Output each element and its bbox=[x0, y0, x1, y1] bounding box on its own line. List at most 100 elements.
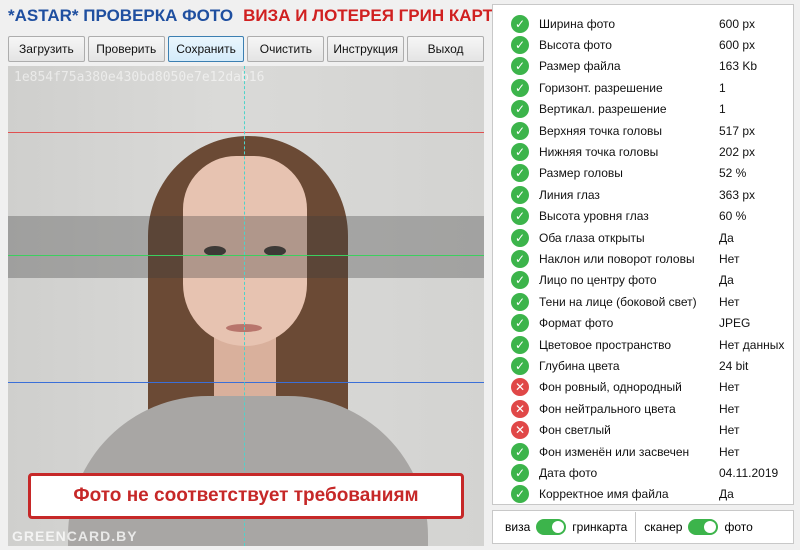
check-value: 60 % bbox=[719, 209, 747, 224]
check-value: JPEG bbox=[719, 316, 751, 331]
check-row: ✓ Горизонт. разрешение 1 bbox=[493, 77, 793, 98]
check-row: ✓ Размер головы 52 % bbox=[493, 163, 793, 184]
check-row: ✓ Верхняя точка головы 517 px bbox=[493, 120, 793, 141]
check-fail-icon: ✕ bbox=[511, 421, 529, 440]
check-pass-icon: ✓ bbox=[511, 100, 529, 119]
check-fail-icon: ✕ bbox=[511, 378, 529, 397]
check-row: ✓ Нижняя точка головы 202 px bbox=[493, 141, 793, 162]
app-title-brand: *ASTAR* ПРОВЕРКА ФОТО bbox=[8, 6, 234, 25]
result-status-banner: Фото не соответствует требованиям bbox=[28, 473, 464, 519]
chin-guide-line bbox=[8, 382, 484, 383]
check-label: Корректное имя файла bbox=[539, 487, 669, 502]
check-label: Оба глаза открыты bbox=[539, 230, 645, 245]
check-row: ✓ Ширина фото 600 px bbox=[493, 13, 793, 34]
check-pass-icon: ✓ bbox=[511, 207, 529, 226]
check-value: Нет bbox=[719, 401, 740, 416]
check-label: Линия глаз bbox=[539, 187, 600, 202]
check-value: Нет bbox=[719, 251, 740, 266]
check-pass-icon: ✓ bbox=[511, 314, 529, 333]
check-label: Фон светлый bbox=[539, 423, 611, 438]
clear-button[interactable]: Очистить bbox=[247, 36, 325, 62]
eye-zone-band bbox=[8, 216, 484, 278]
photo-preview[interactable]: 1e854f75a380e430bd8050e7e12dab16 GREENCA… bbox=[8, 66, 484, 546]
check-label: Ширина фото bbox=[539, 16, 616, 31]
check-row: ✓ Корректное имя файла Да bbox=[493, 484, 793, 505]
check-label: Дата фото bbox=[539, 465, 598, 480]
check-label: Формат фото bbox=[539, 316, 614, 331]
check-row: ✓ Формат фото JPEG bbox=[493, 313, 793, 334]
switch-photo-label: фото bbox=[724, 520, 753, 534]
check-row: ✓ Оба глаза открыты Да bbox=[493, 227, 793, 248]
check-value: Да bbox=[719, 230, 734, 245]
check-row: ✓ Дата фото 04.11.2019 bbox=[493, 462, 793, 483]
check-pass-icon: ✓ bbox=[511, 78, 529, 97]
check-label: Верхняя точка головы bbox=[539, 123, 663, 138]
check-value: Нет bbox=[719, 294, 740, 309]
check-row: ✓ Вертикал. разрешение 1 bbox=[493, 99, 793, 120]
switch-divider bbox=[635, 512, 637, 542]
check-pass-icon: ✓ bbox=[511, 356, 529, 375]
check-label: Высота фото bbox=[539, 37, 612, 52]
check-fail-icon: ✕ bbox=[511, 399, 529, 418]
check-label: Высота уровня глаз bbox=[539, 209, 649, 224]
check-pass-icon: ✓ bbox=[511, 35, 529, 54]
check-pass-icon: ✓ bbox=[511, 485, 529, 504]
check-value: 04.11.2019 bbox=[719, 465, 779, 480]
check-value: 517 px bbox=[719, 123, 756, 138]
check-row: ✓ Глубина цвета 24 bit bbox=[493, 355, 793, 376]
check-label: Фон нейтрального цвета bbox=[539, 401, 676, 416]
check-row: ✕ Фон нейтрального цвета Нет bbox=[493, 398, 793, 419]
check-pass-icon: ✓ bbox=[511, 57, 529, 76]
check-value: Нет bbox=[719, 423, 740, 438]
check-pass-icon: ✓ bbox=[511, 249, 529, 268]
app-title-subtitle: ВИЗА И ЛОТЕРЕЯ ГРИН КАРТА bbox=[243, 6, 505, 25]
check-value: Да bbox=[719, 273, 734, 288]
check-pass-icon: ✓ bbox=[511, 121, 529, 140]
check-pass-icon: ✓ bbox=[511, 185, 529, 204]
check-row: ✓ Размер файла 163 Kb bbox=[493, 56, 793, 77]
watermark: GREENCARD.BY bbox=[12, 528, 138, 544]
check-row: ✓ Цветовое пространство Нет данных bbox=[493, 334, 793, 355]
load-button[interactable]: Загрузить bbox=[8, 36, 85, 62]
check-value: 24 bit bbox=[719, 358, 749, 373]
check-value: Нет bbox=[719, 444, 740, 459]
check-pass-icon: ✓ bbox=[511, 14, 529, 33]
check-row: ✕ Фон ровный, однородный Нет bbox=[493, 377, 793, 398]
exit-button[interactable]: Выход bbox=[407, 36, 484, 62]
check-row: ✓ Наклон или поворот головы Нет bbox=[493, 248, 793, 269]
check-row: ✓ Лицо по центру фото Да bbox=[493, 270, 793, 291]
eye-level-guide-line bbox=[8, 255, 484, 256]
check-label: Цветовое пространство bbox=[539, 337, 672, 352]
check-row: ✓ Высота уровня глаз 60 % bbox=[493, 206, 793, 227]
check-value: 163 Kb bbox=[719, 59, 758, 74]
mode-switches: виза гринкарта сканер фото bbox=[492, 510, 794, 544]
scanner-photo-toggle[interactable] bbox=[688, 519, 719, 535]
check-value: 600 px bbox=[719, 37, 756, 52]
check-label: Вертикал. разрешение bbox=[539, 102, 667, 117]
check-row: ✓ Тени на лице (боковой свет) Нет bbox=[493, 291, 793, 312]
visa-greencard-switch[interactable]: виза гринкарта bbox=[505, 519, 627, 535]
check-label: Нижняя точка головы bbox=[539, 144, 659, 159]
check-row: ✓ Линия глаз 363 px bbox=[493, 184, 793, 205]
check-pass-icon: ✓ bbox=[511, 164, 529, 183]
check-label: Фон изменён или засвечен bbox=[539, 444, 690, 459]
check-label: Лицо по центру фото bbox=[539, 273, 657, 288]
check-pass-icon: ✓ bbox=[511, 463, 529, 482]
check-value: Да bbox=[719, 487, 734, 502]
instruction-button[interactable]: Инструкция bbox=[327, 36, 405, 62]
check-button[interactable]: Проверить bbox=[87, 36, 165, 62]
check-pass-icon: ✓ bbox=[511, 271, 529, 290]
check-row: ✕ Фон светлый Нет bbox=[493, 420, 793, 441]
toolbar: Загрузить Проверить Сохранить Очистить И… bbox=[8, 36, 484, 62]
scanner-photo-switch[interactable]: сканер фото bbox=[644, 519, 753, 535]
check-label: Глубина цвета bbox=[539, 358, 620, 373]
check-label: Наклон или поворот головы bbox=[539, 251, 695, 266]
check-value: Нет bbox=[719, 380, 740, 395]
switch-scanner-label: сканер bbox=[644, 520, 683, 534]
save-button[interactable]: Сохранить bbox=[167, 36, 245, 62]
check-value: 52 % bbox=[719, 166, 747, 181]
check-label: Горизонт. разрешение bbox=[539, 80, 663, 95]
check-value: 202 px bbox=[719, 144, 756, 159]
file-hash-overlay: 1e854f75a380e430bd8050e7e12dab16 bbox=[14, 70, 265, 85]
visa-greencard-toggle[interactable] bbox=[536, 519, 567, 535]
